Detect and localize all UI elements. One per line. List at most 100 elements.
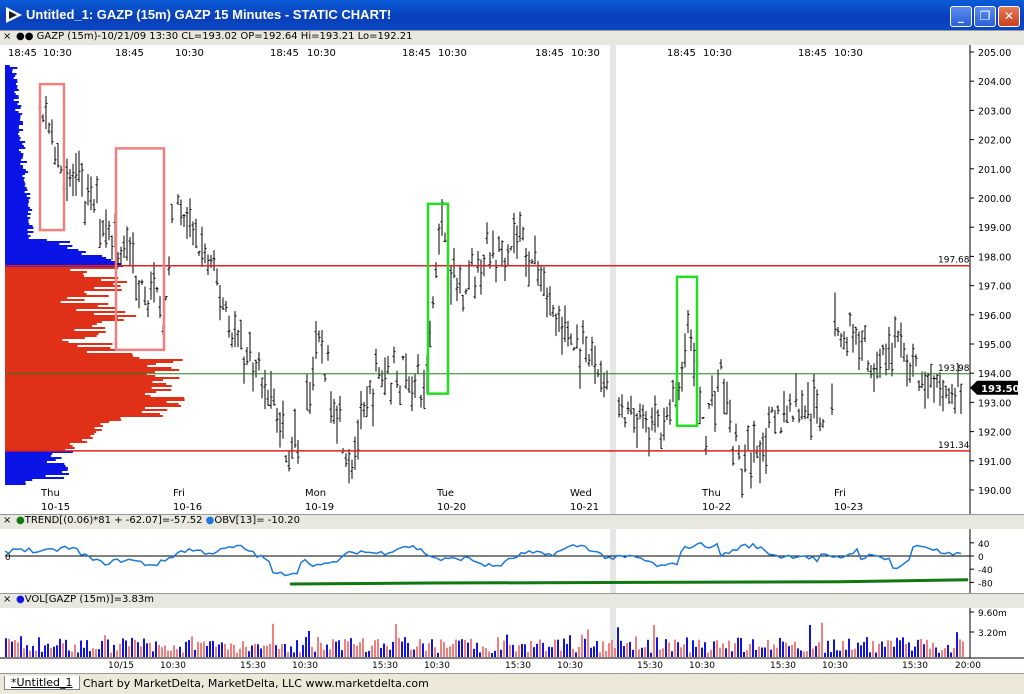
volume-bar [395,624,397,657]
volume-bar [881,641,883,657]
volume-bar [713,641,715,657]
top-time-label: 10:30 [571,48,600,59]
volume-bar [68,650,70,657]
profile-bar [5,421,110,423]
profile-bar [5,127,19,129]
profile-bar [5,353,133,355]
profile-bar [5,473,69,475]
trend-obv-chart[interactable]: 0 40 0 -40 -80 [0,529,1024,593]
volume-bar [137,642,139,657]
volume-bar [254,643,256,657]
volume-bar [299,652,301,657]
volume-bar [875,652,877,657]
volume-panel-header: × ●VOL[GAZP (15m)]=3.83m [0,593,1024,609]
volume-bar [752,639,754,657]
profile-bar [5,425,103,427]
volume-bar [128,646,130,657]
volume-bar [731,651,733,657]
volume-bar [767,639,769,657]
top-time-label: 18:45 [798,48,827,59]
volume-bar [224,644,226,657]
volume-bar [932,642,934,657]
level-label: 191.34 [938,441,970,451]
vol-y-tick: 3.20m [978,629,1007,639]
date-label: 10-22 [702,502,731,513]
volume-bar [758,646,760,657]
volume-bar [614,648,616,657]
volume-bar [29,650,31,657]
y-tick-label: 204.00 [978,77,1011,88]
close-panel-icon[interactable]: × [3,31,13,42]
status-bar: *Untitled_1 Chart by MarketDelta, Market… [0,673,1024,694]
volume-bar [542,642,544,657]
volume-bar [188,640,190,657]
volume-bar [536,643,538,657]
close-trend-panel-icon[interactable]: × [3,515,13,526]
profile-bar [5,107,21,109]
chart-tab[interactable]: *Untitled_1 [4,676,80,690]
volume-bar [686,637,688,657]
price-chart[interactable]: 205.00 204.00 203.00 202.00 201.00 200.00 199.… [0,45,1024,514]
volume-bar [26,645,28,657]
date-label: 10-16 [173,502,202,513]
volume-bar [755,649,757,657]
profile-bar [5,251,86,253]
profile-bar [5,195,27,197]
volume-bar [650,652,652,657]
volume-bar [158,644,160,657]
close-volume-panel-icon[interactable]: × [3,594,13,605]
volume-bar [473,648,475,657]
volume-bar [866,637,868,657]
profile-bar [5,351,87,353]
profile-bar [5,333,99,335]
profile-bar [5,121,23,123]
vol-y-tick: 9.60m [978,609,1007,619]
trend-header-text: TREND[(0.06)*81 + -62.07]=-57.52 [24,515,203,526]
volume-bar [620,640,622,657]
profile-bar [5,409,168,411]
profile-bar [5,371,155,373]
profile-bar [5,169,26,171]
profile-bar [5,361,174,363]
profile-bar [5,175,23,177]
close-button[interactable]: ✕ [998,6,1020,27]
volume-bar [644,647,646,657]
profile-bar [5,223,30,225]
profile-bar [5,295,109,297]
minimize-button[interactable]: _ [950,6,972,27]
volume-bar [539,639,541,657]
volume-bar [683,644,685,657]
profile-bar [5,307,117,309]
volume-bar [251,645,253,657]
volume-bar [191,636,193,657]
volume-bar [116,650,118,657]
volume-bar [122,638,124,657]
y-tick-label: 197.00 [978,282,1011,293]
day-label: Mon [305,488,326,499]
volume-bar [302,644,304,657]
volume-bar [98,649,100,657]
volume-bar [134,639,136,657]
profile-bar [5,381,153,383]
profile-bar [5,441,88,443]
volume-chart[interactable]: 9.60m 3.20m 10/15 10:30 15:30 10:30 15:30 10:30… [0,608,1024,673]
volume-bar [926,639,928,657]
volume-bar [884,646,886,657]
profile-bar [5,155,24,157]
profile-bar [5,259,112,261]
zero-label: 0 [5,553,11,563]
volume-bar [809,624,811,657]
volume-bar [674,639,676,657]
profile-bar [5,369,180,371]
volume-bar [848,638,850,657]
profile-bar [5,301,61,303]
volume-bar [587,629,589,657]
volume-bar [176,649,178,657]
maximize-button[interactable]: ❐ [974,6,996,27]
profile-bar [5,245,73,247]
profile-bar [5,389,172,391]
profile-bar [5,363,156,365]
volume-bar [596,641,598,657]
volume-bar [611,639,613,657]
y-tick-label: 205.00 [978,48,1011,59]
